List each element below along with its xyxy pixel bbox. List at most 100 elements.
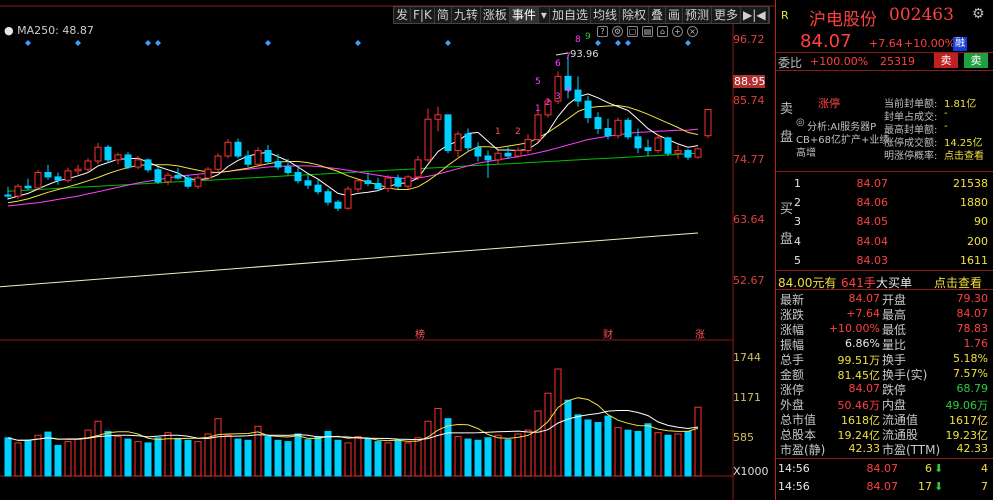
bid-price[interactable]: 84.03 <box>826 254 889 267</box>
limit-up-label: 涨停 <box>818 97 840 110</box>
toolbar-events[interactable]: 事件 <box>509 7 539 23</box>
settings-icon[interactable]: ⚙ <box>612 26 623 37</box>
sell-button[interactable]: 卖 <box>934 53 958 68</box>
ma-legend-dot: ● <box>4 24 14 37</box>
volume-bar <box>514 433 522 477</box>
stock-code: 002463 <box>889 5 954 25</box>
candle-body <box>304 180 312 186</box>
candle-body <box>154 169 162 183</box>
candle-body <box>584 100 592 119</box>
toolbar-predict[interactable]: 预测 <box>683 7 713 23</box>
candle-body <box>4 194 12 197</box>
settings-gear-icon[interactable]: ⚙ <box>972 6 985 22</box>
bid-price[interactable]: 84.06 <box>826 196 889 209</box>
candle-body <box>694 148 702 158</box>
chart-tool-icons: ? ⚙ ▢ ▤ ⌂ + × <box>597 26 698 37</box>
candle-body <box>374 182 382 189</box>
volume-bar <box>634 430 642 477</box>
volume-bar <box>24 439 32 477</box>
quote-value: 99.51万 <box>837 354 881 367</box>
limit-probability-link[interactable]: 点击查看 <box>944 147 984 162</box>
price-tick: 85.74 <box>733 94 765 107</box>
toolbar-more[interactable]: 更多 <box>712 7 742 23</box>
candle-body <box>594 117 602 130</box>
volume-bar <box>334 439 342 477</box>
toolbar-fa[interactable]: 发 <box>394 7 412 23</box>
volume-bar <box>484 437 492 477</box>
kline-svg[interactable]: 1 212345678 993.96榜财涨 <box>0 0 775 500</box>
volume-bar <box>274 439 282 477</box>
bid-level: 5 <box>794 254 801 267</box>
divider <box>776 289 993 290</box>
volume-bar <box>614 427 622 477</box>
candle-body <box>654 137 662 152</box>
toolbar-overlay[interactable]: 叠 <box>649 7 666 23</box>
down-arrow-icon: ⬇ <box>934 462 944 475</box>
window-icon[interactable]: ▢ <box>627 26 638 37</box>
close-icon[interactable]: × <box>687 26 698 37</box>
volume-bar <box>444 418 452 477</box>
buy-button[interactable]: 卖 <box>964 53 988 68</box>
volume-tick: 585 <box>733 431 754 444</box>
bid-volume: 1611 <box>960 254 988 267</box>
candle-body <box>104 146 112 161</box>
ma250-line <box>0 232 699 288</box>
screenshot-icon[interactable]: ▤ <box>642 26 653 37</box>
toolbar-ex-rights[interactable]: 除权 <box>620 7 649 23</box>
kline-chart-pane[interactable]: 1 2 1 2 3 4 5 6 7 8 9 93.96 榜财涨 ● MA250: 48.87 发 F|K… <box>0 0 775 500</box>
volume-bar <box>414 437 422 477</box>
nine-turn-number: 5 <box>535 77 541 87</box>
tick-time: 14:56 <box>778 462 810 475</box>
volume-bar <box>114 436 122 477</box>
candle-body <box>364 180 372 184</box>
volume-bar <box>184 439 192 477</box>
nine-turn-number: 8 <box>575 35 581 45</box>
toolbar-fk[interactable]: F|K <box>411 7 435 23</box>
candle-body <box>274 161 282 168</box>
lock-icon[interactable]: ⌂ <box>657 26 668 37</box>
quote-value: 7.57% <box>953 367 988 380</box>
divider <box>776 458 993 459</box>
candle-body <box>494 152 502 161</box>
toolbar-draw[interactable]: 画 <box>666 7 684 23</box>
bid-price[interactable]: 84.07 <box>826 177 889 190</box>
volume-bar <box>494 434 502 477</box>
volume-bar <box>564 399 572 477</box>
volume-bar <box>74 438 82 477</box>
bid-level: 2 <box>794 196 801 209</box>
toolbar-ma[interactable]: 均线 <box>591 7 620 23</box>
volume-bar <box>574 414 582 477</box>
candle-body <box>64 170 72 181</box>
volume-bar <box>424 420 432 477</box>
toolbar-simple[interactable]: 简 <box>435 7 452 23</box>
nine-turn-number: 4 <box>565 85 571 95</box>
candle-body <box>174 174 182 179</box>
zoom-in-icon[interactable]: + <box>672 26 683 37</box>
change-amount: +7.64 <box>869 37 903 50</box>
quote-value: 42.33 <box>956 442 989 455</box>
candle-body <box>424 118 432 161</box>
bid-price[interactable]: 84.04 <box>826 235 889 248</box>
toolbar-limit-up[interactable]: 涨板 <box>481 7 510 23</box>
toolbar-add-watchlist[interactable]: 加自选 <box>550 7 591 23</box>
toolbar-collapse[interactable]: ▶|◀ <box>741 7 769 23</box>
analysis-line[interactable]: 高增 <box>796 144 816 159</box>
candle-body <box>464 133 472 149</box>
event-marker-icon <box>615 40 621 46</box>
volume-bar <box>384 442 392 477</box>
volume-bar <box>104 430 112 477</box>
bid-volume: 200 <box>967 235 988 248</box>
candle-body <box>24 185 32 189</box>
help-icon[interactable]: ? <box>597 26 608 37</box>
event-marker-icon <box>75 40 81 46</box>
volume-bar <box>324 430 332 477</box>
toolbar-dropdown[interactable]: ▾ <box>539 7 550 23</box>
quote-value: 1617亿 <box>949 414 988 427</box>
candle-body <box>524 139 532 152</box>
bid-price[interactable]: 84.05 <box>826 215 889 228</box>
divider <box>776 270 993 271</box>
toolbar-nine-turn[interactable]: 九转 <box>452 7 481 23</box>
ma250-label: MA250: 48.87 <box>17 24 94 37</box>
candle-body <box>404 176 412 187</box>
volume-bar <box>664 434 672 477</box>
